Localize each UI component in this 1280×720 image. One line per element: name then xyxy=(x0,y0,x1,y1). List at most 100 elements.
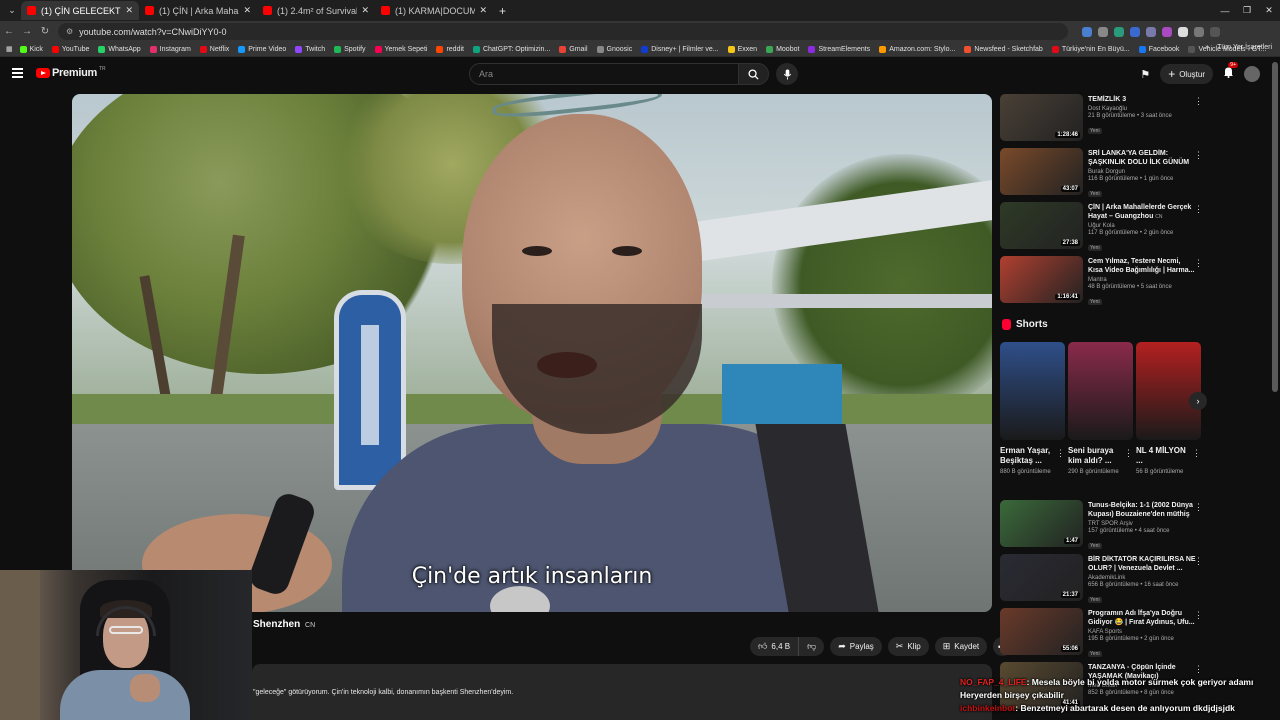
tab-search-icon[interactable]: ⌄ xyxy=(3,2,21,20)
search-input[interactable]: Ara xyxy=(469,63,739,85)
forward-icon[interactable]: → xyxy=(18,26,36,37)
browser-tab[interactable]: (1) ÇİN GELECEKTE YAŞIYOR - Şi✕ xyxy=(21,1,139,20)
short-item[interactable]: NL 4 MİLYON ... 56 B görüntüleme ⋮ xyxy=(1136,342,1201,476)
bookmark-item[interactable]: Prime Video xyxy=(238,45,286,53)
extension-icon[interactable] xyxy=(1130,26,1140,37)
youtube-logo[interactable]: Premium TR xyxy=(36,66,106,79)
bookmark-item[interactable]: YouTube xyxy=(51,45,89,53)
video-thumbnail[interactable]: 1:16:41 xyxy=(1000,256,1083,303)
bookmark-star-icon[interactable] xyxy=(1098,26,1108,37)
more-options-icon[interactable]: ⋮ xyxy=(1194,96,1203,107)
channel-name[interactable]: TRT SPOR Arşiv xyxy=(1088,521,1196,527)
related-video-item[interactable]: 1:28:46 TEMİZLİK 3 Dost Kayaoğlu 21 B görün… xyxy=(1000,94,1205,146)
save-button[interactable]: ⊞ Kaydet xyxy=(934,637,988,656)
video-player[interactable]: Çin'de artık insanların xyxy=(72,94,992,612)
voice-search-button[interactable] xyxy=(776,63,798,85)
related-video-item[interactable]: 27:38 ÇİN | Arka Mahallelerde Gerçek Haya… xyxy=(1000,202,1205,254)
page-scrollbar[interactable] xyxy=(1272,62,1278,392)
more-options-icon[interactable]: ⋮ xyxy=(1194,664,1203,675)
video-thumbnail[interactable]: 21:37 xyxy=(1000,554,1083,601)
like-button[interactable]: 👍︎ 6,4 B xyxy=(750,637,800,656)
bookmark-item[interactable]: Amazon.com: Stylo... xyxy=(879,45,955,53)
menu-icon[interactable] xyxy=(12,68,23,78)
video-thumbnail[interactable]: 1:28:46 xyxy=(1000,94,1083,141)
video-thumbnail[interactable]: 55:06 xyxy=(1000,608,1083,655)
close-tab-icon[interactable]: ✕ xyxy=(479,5,487,16)
create-button[interactable]: + Oluştur xyxy=(1160,64,1213,84)
related-video-item[interactable]: 55:06 Programın Adı İfşa'ya Doğru Gidiyor… xyxy=(1000,608,1205,660)
bookmark-item[interactable]: Facebook xyxy=(1138,45,1179,53)
bookmark-item[interactable]: reddit xyxy=(436,45,464,53)
channel-name[interactable]: KAFA Sports xyxy=(1088,629,1196,635)
browser-tab[interactable]: (1) ÇİN | Arka Mahallelerde Ger ✕ xyxy=(139,1,257,20)
bookmark-item[interactable]: Yemek Sepeti xyxy=(374,45,427,53)
bookmark-item[interactable]: Newsfeed - Sketchfab xyxy=(964,45,1043,53)
dislike-button[interactable]: 👎︎ xyxy=(799,637,825,656)
close-tab-icon[interactable]: ✕ xyxy=(243,5,251,16)
related-video-item[interactable]: 43:07 SRİ LANKA'YA GELDİM: ŞAŞKINLIK DOLU… xyxy=(1000,148,1205,200)
close-window-icon[interactable]: ✕ xyxy=(1258,5,1280,16)
more-options-icon[interactable]: ⋮ xyxy=(1194,556,1203,567)
bookmark-item[interactable]: WhatsApp xyxy=(98,45,141,53)
extension-icon[interactable] xyxy=(1114,26,1124,37)
close-tab-icon[interactable]: ✕ xyxy=(361,5,369,16)
bookmark-item[interactable]: Gmail xyxy=(559,45,588,53)
cast-icon[interactable] xyxy=(1082,26,1092,37)
extensions-puzzle-icon[interactable] xyxy=(1178,26,1188,37)
browser-tab[interactable]: (1) KARMA|DOCUMENTARY: Hi✕ xyxy=(375,1,493,20)
bookmark-item[interactable]: Gnoosic xyxy=(596,45,632,53)
video-thumbnail[interactable]: 43:07 xyxy=(1000,148,1083,195)
extension-icon[interactable] xyxy=(1146,26,1156,37)
browser-tab[interactable]: (1) 2.4m² of Survival — A 23-Ye✕ xyxy=(257,1,375,20)
short-thumbnail[interactable] xyxy=(1136,342,1201,440)
channel-name[interactable]: Dost Kayaoğlu xyxy=(1088,106,1196,112)
bookmarks-overflow-button[interactable]: » xyxy=(1205,44,1209,51)
browser-menu-icon[interactable] xyxy=(1210,26,1220,37)
more-options-icon[interactable]: ⋮ xyxy=(1194,204,1203,215)
bookmark-item[interactable]: Exxen xyxy=(727,45,757,53)
minimize-icon[interactable]: — xyxy=(1214,6,1236,16)
bookmark-item[interactable]: Kick xyxy=(19,45,43,53)
site-info-icon[interactable]: ⚙ xyxy=(66,27,73,36)
bookmark-item[interactable]: Netflix xyxy=(199,45,229,53)
more-options-icon[interactable]: ⋮ xyxy=(1194,610,1203,621)
reload-icon[interactable]: ↻ xyxy=(36,26,54,37)
channel-name[interactable]: AkademikLink xyxy=(1088,575,1196,581)
more-options-icon[interactable]: ⋮ xyxy=(1124,448,1133,459)
channel-name[interactable]: Uğur Kola xyxy=(1088,223,1196,229)
short-thumbnail[interactable] xyxy=(1068,342,1133,440)
more-options-icon[interactable]: ⋮ xyxy=(1056,448,1065,459)
avatar[interactable] xyxy=(1244,66,1260,82)
bookmark-item[interactable]: Türkiye'nin En Büyü... xyxy=(1051,45,1130,53)
related-video-item[interactable]: 1:47 Tunus-Belçika: 1-1 (2002 Dünya Kupas… xyxy=(1000,500,1205,552)
close-tab-icon[interactable]: ✕ xyxy=(125,5,133,16)
bookmark-item[interactable]: Spotify xyxy=(334,45,366,53)
restore-icon[interactable]: ❐ xyxy=(1236,5,1258,16)
bookmark-item[interactable]: ChatGPT: Optimizin... xyxy=(472,45,550,53)
bookmark-item[interactable]: StreamElements xyxy=(808,45,870,53)
search-button[interactable] xyxy=(738,63,769,85)
profile-icon[interactable] xyxy=(1194,26,1204,37)
cast-tv-icon[interactable]: ⚑ xyxy=(1140,68,1150,81)
bookmark-item[interactable]: Moobot xyxy=(766,45,799,53)
url-field[interactable]: ⚙ youtube.com/watch?v=CNwiDiYY0-0 xyxy=(58,23,1068,40)
notifications-button[interactable]: 9+ xyxy=(1223,62,1238,83)
more-options-icon[interactable]: ⋮ xyxy=(1194,502,1203,513)
shorts-next-button[interactable]: › xyxy=(1189,392,1207,410)
short-item[interactable]: Seni buraya kim aldı? ... 290 B görüntüle… xyxy=(1068,342,1133,476)
video-thumbnail[interactable]: 27:38 xyxy=(1000,202,1083,249)
bookmark-item[interactable]: Twitch xyxy=(295,45,325,53)
extension-icon[interactable] xyxy=(1162,26,1172,37)
back-icon[interactable]: ← xyxy=(0,26,18,37)
related-video-item[interactable]: 1:16:41 Cem Yılmaz, Testere Necmi, Kısa V… xyxy=(1000,256,1205,308)
short-thumbnail[interactable] xyxy=(1000,342,1065,440)
apps-icon[interactable]: ▦ xyxy=(6,45,13,53)
new-tab-button[interactable]: + xyxy=(499,4,506,18)
channel-name[interactable]: Mantra xyxy=(1088,277,1196,283)
share-button[interactable]: ➦ Paylaş xyxy=(830,637,882,656)
channel-name[interactable]: Burak Dorgun xyxy=(1088,169,1196,175)
short-item[interactable]: Erman Yaşar, Beşiktaş ... 880 B görüntüle… xyxy=(1000,342,1065,476)
more-options-icon[interactable]: ⋮ xyxy=(1194,150,1203,161)
bookmark-item[interactable]: Disney+ | Filmler ve... xyxy=(641,45,719,53)
more-options-icon[interactable]: ⋮ xyxy=(1194,258,1203,269)
